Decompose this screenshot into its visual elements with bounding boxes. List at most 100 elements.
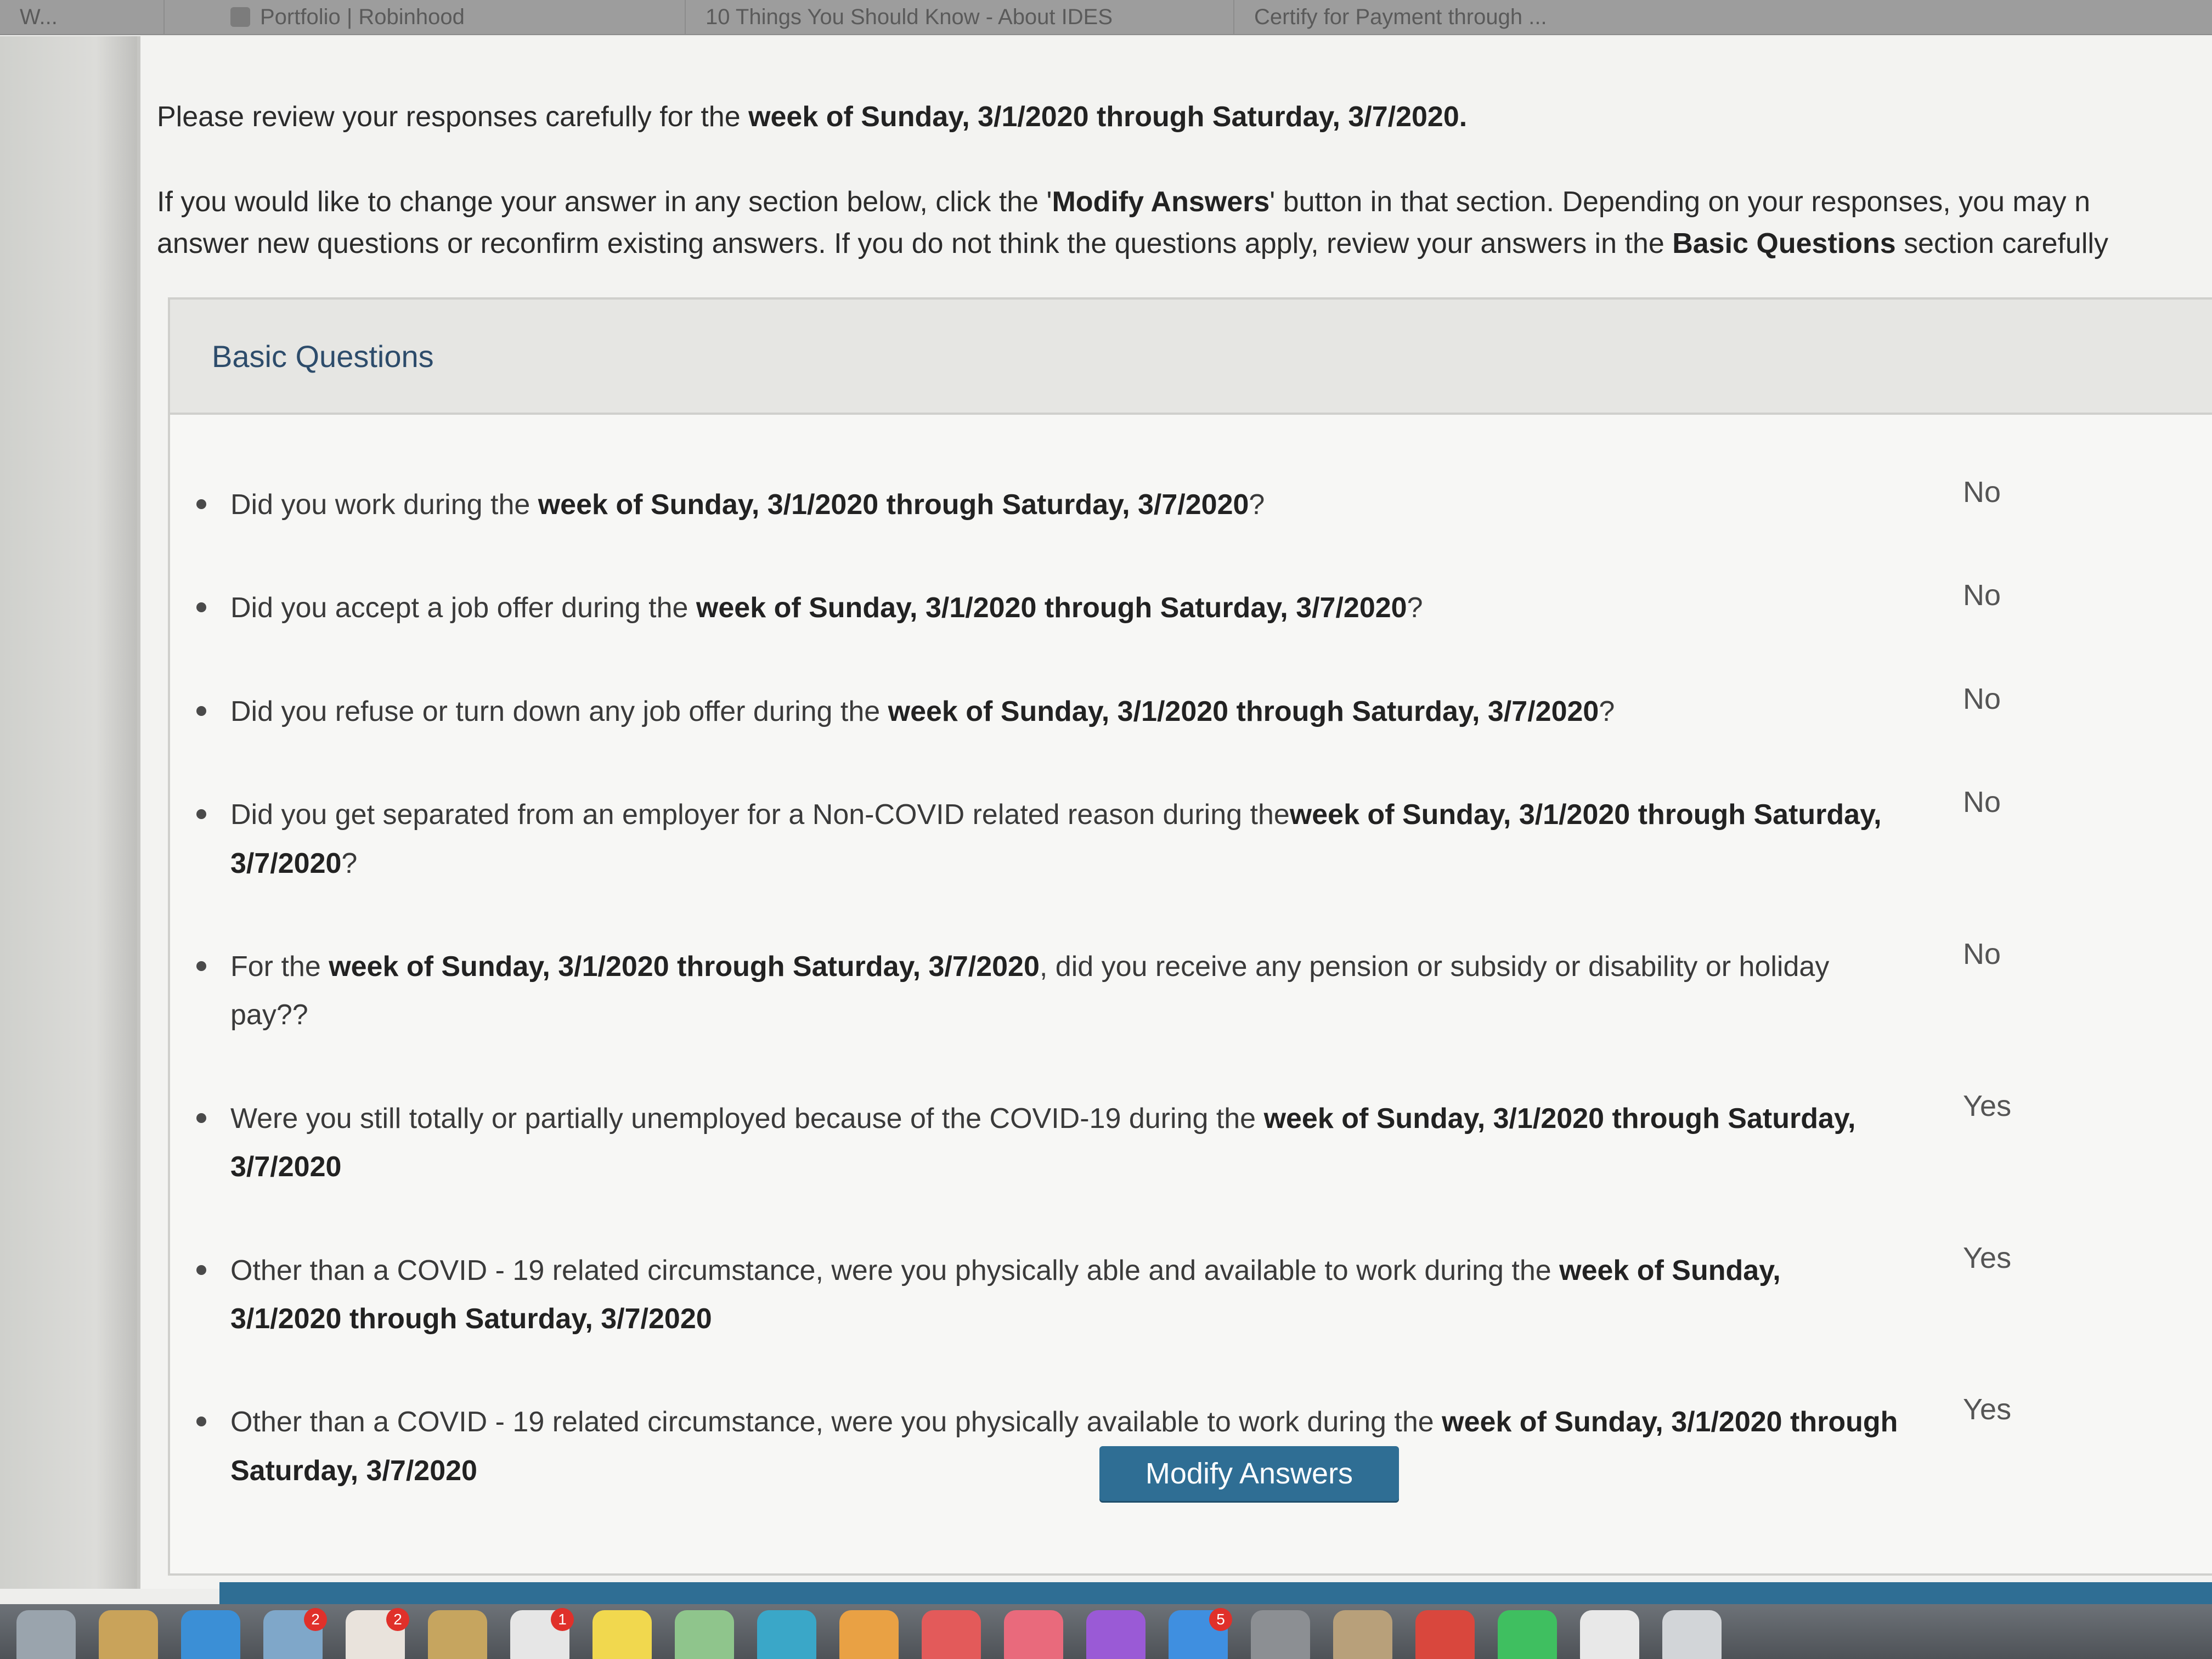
review-page: Please review your responses carefully f… [137, 36, 2212, 1659]
tab-w[interactable]: W... [0, 0, 165, 35]
page-gutter [0, 36, 137, 1589]
answer-value: Yes [1963, 1089, 2012, 1122]
panel-header: Basic Questions [170, 300, 2212, 415]
question-text-plain: Were you still totally or partially unem… [230, 1102, 1264, 1135]
bullet-icon [196, 961, 206, 971]
bullet-icon [196, 809, 206, 820]
maps-icon[interactable] [675, 1610, 734, 1659]
notification-badge: 1 [551, 1608, 574, 1631]
question-text-plain: Did you get separated from an employer f… [230, 799, 1290, 831]
screen: W... Portfolio | Robinhood 10 Things You… [0, 0, 2212, 1659]
bullet-icon [196, 1417, 206, 1427]
calendar-icon[interactable]: 2 [346, 1608, 409, 1659]
answer-value: No [1963, 937, 2001, 970]
intro-text: Please review your responses carefully f… [157, 97, 2212, 264]
finder-icon[interactable] [99, 1610, 158, 1659]
system-preferences-icon[interactable] [1251, 1610, 1310, 1659]
answer-value: Yes [1963, 1393, 2012, 1426]
tab-label: 10 Things You Should Know - About IDES [706, 4, 1113, 29]
podcasts-icon[interactable] [1086, 1610, 1146, 1659]
basic-questions-panel: Basic Questions Did you work during the … [168, 297, 2212, 1659]
question-text-plain: ? [1407, 592, 1423, 624]
tab-label: Portfolio | Robinhood [260, 4, 465, 29]
bullet-icon [196, 499, 206, 509]
question-text-plain: Did you accept a job offer during the [230, 592, 696, 624]
messages-icon[interactable] [757, 1610, 816, 1659]
tab-label: Certify for Payment through ... [1254, 4, 1547, 29]
question-text-plain: Did you work during the [230, 489, 538, 521]
question-text-plain: For the [230, 950, 329, 983]
answer-value: No [1963, 476, 2001, 509]
question-row: Did you accept a job offer during the we… [170, 579, 2145, 632]
intro-text-plain: If you would like to change your answer … [157, 186, 1052, 218]
robinhood-favicon-icon [230, 7, 250, 27]
music-icon[interactable] [1004, 1610, 1063, 1659]
safari-icon[interactable] [181, 1610, 240, 1659]
question-text-plain: Did you refuse or turn down any job offe… [230, 695, 888, 727]
question-row: For the week of Sunday, 3/1/2020 through… [170, 938, 2145, 1040]
notification-badge: 5 [1209, 1608, 1232, 1631]
intro-text-plain: Please review your responses carefully f… [157, 101, 749, 133]
macos-dock: 2 2 1 5 [0, 1604, 2212, 1659]
robinhood-icon[interactable] [1498, 1610, 1557, 1659]
intro-text-plain: ' button in that section. Depending on y… [1269, 186, 2091, 218]
question-text-plain: Other than a COVID - 19 related circumst… [230, 1254, 1560, 1286]
question-text: Did you work during the week of Sunday, … [170, 481, 1898, 529]
section-title: Basic Questions [212, 338, 434, 374]
question-row: Did you work during the week of Sunday, … [170, 476, 2145, 529]
chrome-icon[interactable] [1415, 1610, 1475, 1659]
question-row: Were you still totally or partially unem… [170, 1090, 2145, 1192]
modify-instructions: If you would like to change your answer … [157, 182, 2212, 264]
question-text: For the week of Sunday, 3/1/2020 through… [170, 943, 1898, 1040]
trash-icon[interactable] [1662, 1610, 1722, 1659]
question-week-bold: week of Sunday, 3/1/2020 through Saturda… [538, 489, 1249, 521]
stickies-icon[interactable] [592, 1610, 652, 1659]
photos-icon[interactable] [839, 1610, 899, 1659]
question-text-plain: ? [1249, 489, 1265, 521]
intro-text-plain: answer new questions or reconfirm existi… [157, 227, 1673, 259]
mail-icon[interactable]: 2 [263, 1608, 327, 1659]
intro-modify-bold: Modify Answers [1052, 186, 1270, 218]
app-store-icon[interactable]: 5 [1169, 1608, 1232, 1659]
notification-badge: 2 [386, 1608, 409, 1631]
tab-label: W... [20, 4, 58, 29]
question-row: Did you get separated from an employer f… [170, 786, 2145, 888]
launchpad-icon[interactable] [16, 1610, 76, 1659]
question-text-plain: ? [341, 847, 358, 879]
question-text-plain: Other than a COVID - 19 related circumst… [230, 1406, 1442, 1438]
preview-icon[interactable] [1333, 1610, 1392, 1659]
notification-badge: 2 [304, 1608, 327, 1631]
review-week-notice: Please review your responses carefully f… [157, 97, 2212, 138]
answer-value: No [1963, 682, 2001, 715]
question-row: Did you refuse or turn down any job offe… [170, 682, 2145, 736]
news-icon[interactable] [922, 1610, 981, 1659]
bullet-icon [196, 706, 206, 716]
tab-robinhood[interactable]: Portfolio | Robinhood [165, 0, 686, 35]
answer-value: No [1963, 579, 2001, 612]
page-footer-bar [219, 1582, 2212, 1604]
notes-icon[interactable] [428, 1610, 487, 1659]
question-text: Were you still totally or partially unem… [170, 1094, 1898, 1192]
intro-basic-bold: Basic Questions [1672, 227, 1896, 259]
browser-tab-bar: W... Portfolio | Robinhood 10 Things You… [0, 0, 2212, 35]
question-week-bold: week of Sunday, 3/1/2020 through Saturda… [888, 695, 1599, 727]
question-row: Other than a COVID - 19 related circumst… [170, 1242, 2145, 1344]
question-week-bold: week of Sunday, 3/1/2020 through Saturda… [329, 950, 1040, 983]
reminders-icon[interactable]: 1 [510, 1608, 574, 1659]
question-text: Other than a COVID - 19 related circumst… [170, 1398, 1898, 1495]
question-list: Did you work during the week of Sunday, … [170, 476, 2145, 1550]
modify-answers-button[interactable]: Modify Answers [1099, 1446, 1399, 1501]
tab-ides-article[interactable]: 10 Things You Should Know - About IDES [686, 0, 1234, 35]
intro-week-bold: week of Sunday, 3/1/2020 through Saturda… [748, 101, 1468, 133]
question-text: Did you get separated from an employer f… [170, 791, 1898, 888]
tab-certify[interactable]: Certify for Payment through ... [1234, 0, 2212, 35]
bullet-icon [196, 1113, 206, 1123]
bullet-icon [196, 602, 206, 613]
question-text: Other than a COVID - 19 related circumst… [170, 1246, 1898, 1344]
answer-value: No [1963, 786, 2001, 819]
documents-icon[interactable] [1580, 1610, 1639, 1659]
question-text-plain: ? [1599, 695, 1615, 727]
bullet-icon [196, 1265, 206, 1275]
intro-text-plain: section carefully [1895, 227, 2108, 259]
question-week-bold: week of Sunday, 3/1/2020 through Saturda… [696, 592, 1407, 624]
